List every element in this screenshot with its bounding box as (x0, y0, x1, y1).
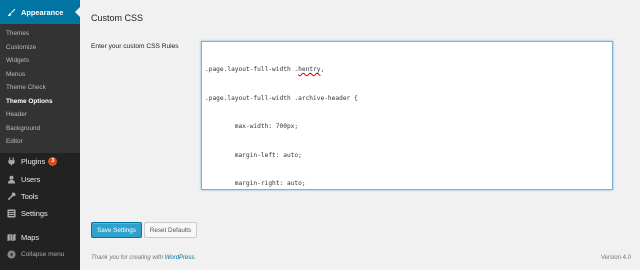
appearance-submenu: Themes Customize Widgets Menus Theme Che… (0, 24, 80, 153)
plugins-update-badge: 3 (48, 157, 58, 166)
css-line-1-prefix: .page.layout-full-width . (205, 66, 299, 73)
collapse-arrow-icon (7, 249, 16, 259)
footer-thanks: Thank you for creating with WordPress. (91, 255, 196, 261)
map-icon (7, 233, 16, 242)
menu-maps[interactable]: Maps (0, 229, 80, 246)
settings-sliders-icon (7, 208, 16, 218)
footer-thanks-period: . (194, 255, 197, 261)
menu-separator (0, 222, 80, 229)
wrench-icon (7, 191, 16, 201)
css-line-2: .page.layout-full-width .archive-header … (205, 94, 358, 102)
custom-css-label: Enter your custom CSS Rules (91, 43, 179, 50)
menu-appearance[interactable]: Appearance (0, 0, 80, 24)
collapse-menu-button[interactable]: Collapse menu (0, 246, 80, 263)
css-line-4: margin-left: auto; (205, 151, 302, 159)
menu-users-label: Users (21, 174, 41, 184)
submenu-customize[interactable]: Customize (0, 41, 80, 55)
css-line-1: .page.layout-full-width .hentry, (205, 65, 609, 75)
users-icon (7, 175, 16, 184)
submenu-menus[interactable]: Menus (0, 68, 80, 82)
save-settings-button[interactable]: Save Settings (91, 222, 142, 238)
menu-tools[interactable]: Tools (0, 188, 80, 205)
menu-maps-label: Maps (21, 232, 40, 242)
spellcheck-word: hentry (298, 66, 321, 73)
submenu-themes[interactable]: Themes (0, 27, 80, 41)
reset-defaults-button[interactable]: Reset Defaults (144, 222, 197, 238)
menu-plugins-label: Plugins (21, 157, 46, 166)
submenu-editor[interactable]: Editor (0, 135, 80, 149)
css-line-1-suffix: , (320, 66, 325, 73)
submenu-widgets[interactable]: Widgets (0, 54, 80, 68)
menu-settings[interactable]: Settings (0, 205, 80, 222)
css-line-3: max-width: 700px; (205, 123, 299, 130)
wordpress-link[interactable]: WordPress (165, 255, 195, 261)
submenu-theme-check[interactable]: Theme Check (0, 81, 80, 95)
resize-handle-icon[interactable] (605, 182, 611, 188)
submenu-theme-options[interactable]: Theme Options (0, 95, 80, 109)
collapse-menu-label: Collapse menu (21, 250, 65, 258)
admin-sidebar: Appearance Themes Customize Widgets Menu… (0, 0, 80, 270)
paintbrush-icon (7, 8, 16, 17)
menu-appearance-label: Appearance (21, 7, 64, 17)
menu-users[interactable]: Users (0, 171, 80, 188)
main-content: Custom CSS Enter your custom CSS Rules .… (80, 0, 640, 270)
version-text: Version 4.0 (600, 255, 631, 261)
footer-thanks-text: Thank you for creating with (91, 255, 165, 261)
menu-settings-label: Settings (21, 208, 48, 218)
plug-icon (7, 157, 16, 166)
css-line-5: margin-right: auto; (205, 180, 306, 187)
page-title: Custom CSS (91, 13, 144, 23)
menu-tools-label: Tools (21, 191, 39, 201)
custom-css-textarea[interactable]: .page.layout-full-width .hentry, .page.l… (201, 41, 613, 190)
submenu-header[interactable]: Header (0, 108, 80, 122)
menu-plugins[interactable]: Plugins 3 (0, 153, 80, 171)
submenu-background[interactable]: Background (0, 122, 80, 136)
